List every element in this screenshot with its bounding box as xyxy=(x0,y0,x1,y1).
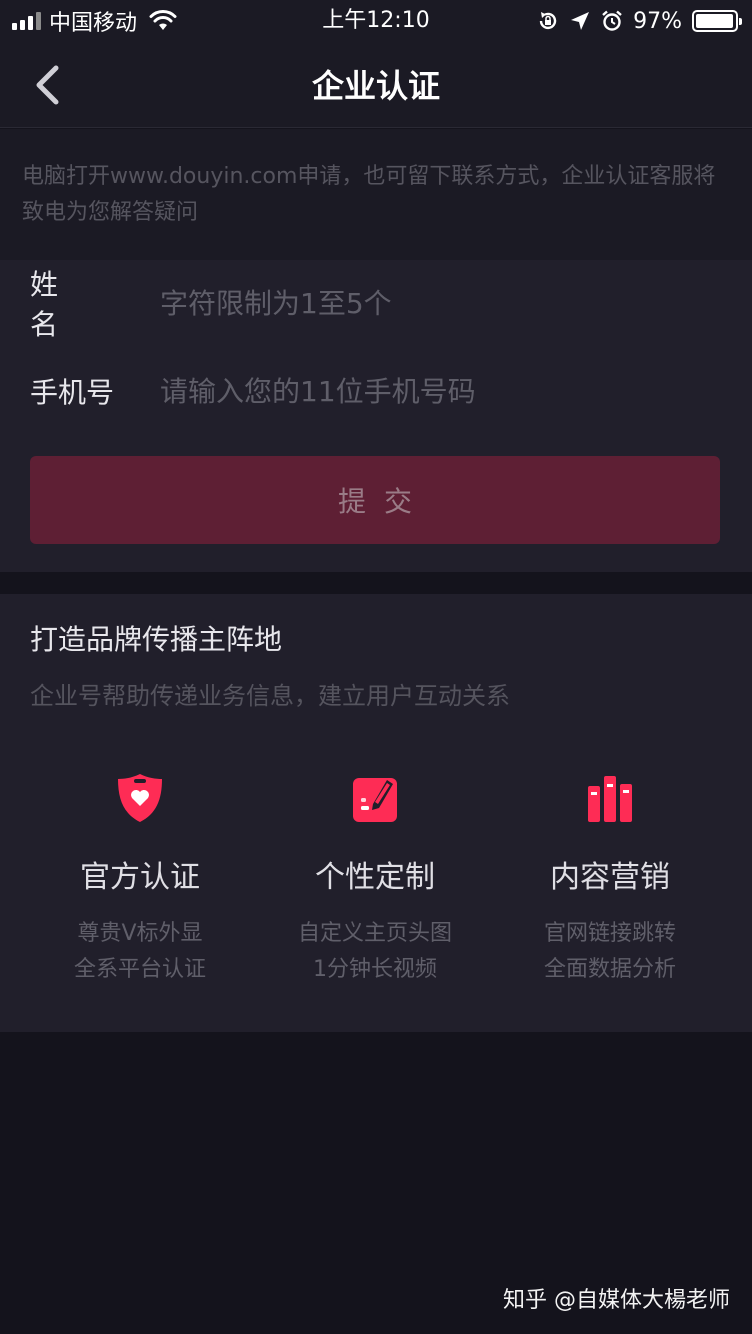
carrier-name: 中国移动 xyxy=(49,11,138,36)
feature-desc-line: 官网链接跳转 xyxy=(543,921,676,946)
alarm-icon xyxy=(602,10,622,31)
notice-text: 电脑打开www.douyin.com申请，也可留下联系方式，企业认证客服将致电为… xyxy=(0,129,752,260)
contact-form: 姓名 手机号 提交 xyxy=(0,260,752,572)
phone-label: 手机号 xyxy=(30,376,115,409)
feature-desc-line: 自定义主页头图 xyxy=(297,921,452,946)
name-input[interactable] xyxy=(160,273,720,333)
watermark: 知乎 @自媒体大楊老师 xyxy=(503,1288,730,1313)
feature-description: 自定义主页头图 1分钟长视频 xyxy=(250,916,500,988)
screen: 中国移动 上午12:10 97% 企业认证 电脑打开www.douyin.com… xyxy=(0,0,752,1334)
features-subtitle: 企业号帮助传递业务信息，建立用户互动关系 xyxy=(30,682,510,710)
phone-row: 手机号 xyxy=(0,356,752,426)
back-button[interactable] xyxy=(24,62,70,108)
chevron-left-icon xyxy=(36,65,59,105)
submit-button[interactable]: 提交 xyxy=(30,456,720,544)
shield-heart-icon xyxy=(118,774,162,822)
feature-desc-line: 尊贵V标外显 xyxy=(77,921,203,946)
feature-name: 内容营销 xyxy=(550,860,670,895)
status-bar: 中国移动 上午12:10 97% xyxy=(0,0,752,42)
feature-name: 官方认证 xyxy=(80,860,200,895)
edit-note-icon xyxy=(353,778,397,822)
battery-fill xyxy=(696,14,733,28)
nav-bar: 企业认证 xyxy=(0,42,752,128)
feature-desc-line: 全面数据分析 xyxy=(543,957,676,982)
feature-official-verification: 官方认证 尊贵V标外显 全系平台认证 xyxy=(15,770,265,988)
feature-customization: 个性定制 自定义主页头图 1分钟长视频 xyxy=(250,770,500,988)
feature-name: 个性定制 xyxy=(315,860,435,895)
feature-desc-line: 全系平台认证 xyxy=(73,957,206,982)
feature-description: 官网链接跳转 全面数据分析 xyxy=(485,916,735,988)
name-row: 姓名 xyxy=(0,268,752,341)
status-left: 中国移动 xyxy=(12,6,177,36)
rotation-lock-icon xyxy=(539,12,557,30)
features-section: 打造品牌传播主阵地 企业号帮助传递业务信息，建立用户互动关系 官方认证 尊贵V标… xyxy=(0,594,752,1032)
feature-content-marketing: 内容营销 官网链接跳转 全面数据分析 xyxy=(485,770,735,988)
signal-icon xyxy=(12,12,41,30)
location-arrow-icon xyxy=(571,12,590,30)
status-right: 97% xyxy=(537,6,742,36)
feature-desc-line: 1分钟长视频 xyxy=(313,957,437,982)
page-title: 企业认证 xyxy=(311,67,440,105)
battery-icon xyxy=(692,10,742,32)
battery-percent: 97% xyxy=(633,8,682,34)
feature-description: 尊贵V标外显 全系平台认证 xyxy=(15,916,265,988)
bar-chart-icon xyxy=(588,776,632,822)
features-title: 打造品牌传播主阵地 xyxy=(30,623,283,656)
name-label: 姓名 xyxy=(30,268,87,341)
phone-input[interactable] xyxy=(160,361,720,421)
wifi-icon xyxy=(149,10,177,30)
